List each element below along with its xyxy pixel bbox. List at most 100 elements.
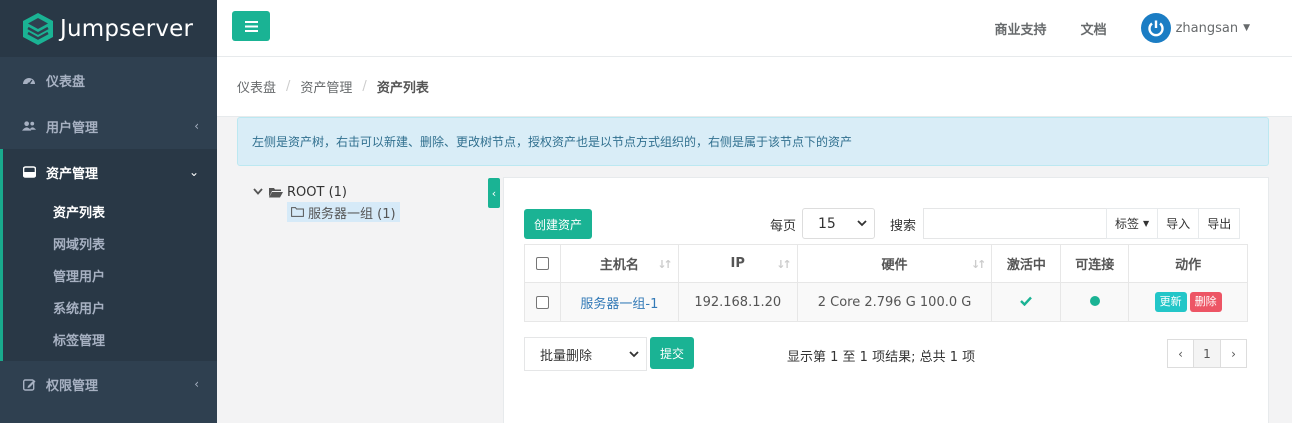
breadcrumb-separator: / (286, 79, 291, 94)
tree-node-label: 服务器一组 (1) (308, 206, 396, 222)
header-connectable: 可连接 (1060, 244, 1130, 283)
tree-node-child[interactable]: 服务器一组 (1) (287, 202, 400, 222)
create-asset-button[interactable]: 创建资产 (524, 209, 593, 239)
sidebar-item-assets[interactable]: 资产管理 ⌄ (3, 149, 217, 195)
sidebar-item-label: 用户管理 (46, 120, 99, 136)
support-link[interactable]: 商业支持 (995, 19, 1047, 38)
chevron-down-icon (629, 351, 639, 358)
sidebar-subnav: 资产列表 网域列表 管理用户 系统用户 标签管理 (3, 195, 217, 361)
perpage-label: 每页 (770, 219, 797, 234)
header-actions: 动作 (1128, 244, 1248, 283)
header-label: IP (730, 256, 745, 271)
perpage-select[interactable]: 15 (802, 208, 875, 239)
avatar (1140, 13, 1171, 43)
tree-node-root[interactable]: ROOT (1) (253, 182, 400, 202)
brand-name: Jumpserver (60, 15, 194, 42)
inbox-icon (22, 165, 36, 179)
tree-expand-icon[interactable] (253, 187, 269, 198)
next-page-button[interactable]: › (1220, 339, 1247, 368)
asset-table: 主机名 ↓↑ IP ↓↑ 硬件 ↓↑ 激活中 可连接 动作 服务器一组-1 192.1… (524, 244, 1248, 322)
search-input[interactable] (923, 208, 1107, 239)
menu-toggle-button[interactable] (232, 11, 270, 41)
asset-tree: ROOT (1) 服务器一组 (1) (253, 182, 400, 222)
sidebar-item-dashboard[interactable]: 仪表盘 (0, 57, 217, 103)
breadcrumb-item-dashboard[interactable]: 仪表盘 (237, 77, 276, 96)
active-cell (991, 282, 1062, 322)
sidebar: Jumpserver 仪表盘 用户管理 ‹ 资产管理 ⌄ 资产列表 网域列表 管… (0, 0, 217, 423)
power-icon (1147, 20, 1164, 37)
tag-label: 标签 (1115, 217, 1140, 231)
sidebar-subitem-domain-list[interactable]: 网域列表 (3, 227, 217, 259)
edit-icon (22, 377, 36, 391)
export-button[interactable]: 导出 (1198, 208, 1241, 239)
chevron-left-icon: ‹ (194, 119, 199, 133)
hostname-cell: 服务器一组-1 (559, 282, 679, 322)
update-button[interactable]: 更新 (1154, 292, 1187, 312)
sidebar-subitem-labels[interactable]: 标签管理 (3, 323, 217, 355)
perpage-value: 15 (818, 215, 836, 232)
page-button-current[interactable]: 1 (1193, 339, 1221, 368)
chevron-down-icon: ⌄ (188, 165, 199, 179)
topbar: 商业支持 文档 zhangsan ▼ (217, 0, 1292, 57)
header-hardware[interactable]: 硬件 ↓↑ (796, 244, 993, 283)
sidebar-item-users[interactable]: 用户管理 ‹ (0, 103, 217, 149)
caret-down-icon: ▼ (1243, 23, 1250, 33)
sidebar-subitem-asset-list[interactable]: 资产列表 (3, 195, 217, 227)
breadcrumb-item-current: 资产列表 (376, 81, 429, 96)
row-checkbox[interactable] (535, 295, 549, 309)
header-ip[interactable]: IP ↓↑ (677, 244, 798, 283)
docs-link[interactable]: 文档 (1081, 19, 1107, 38)
sidebar-item-label: 权限管理 (46, 378, 99, 394)
header-label: 主机名 (599, 258, 639, 273)
tree-collapse-button[interactable]: ‹ (488, 178, 500, 208)
tree-node-label: ROOT (1) (287, 184, 347, 200)
sort-icon: ↓↑ (970, 258, 987, 271)
sidebar-subitem-system-users[interactable]: 系统用户 (3, 291, 217, 323)
sidebar-item-label: 仪表盘 (46, 74, 86, 90)
bulk-action-select[interactable]: 批量删除 (524, 337, 647, 371)
delete-button[interactable]: 删除 (1189, 292, 1222, 312)
import-button[interactable]: 导入 (1157, 208, 1200, 239)
chevron-left-icon: ‹ (194, 377, 199, 391)
pagination-summary: 显示第 1 至 1 项结果; 总共 1 项 (787, 350, 976, 365)
ip-cell: 192.168.1.20 (677, 282, 798, 322)
username: zhangsan (1175, 20, 1239, 36)
sidebar-group-assets: 资产管理 ⌄ 资产列表 网域列表 管理用户 系统用户 标签管理 (0, 149, 217, 361)
breadcrumb-item-assets[interactable]: 资产管理 (300, 77, 352, 96)
bulk-action-value: 批量删除 (540, 348, 593, 364)
chevron-down-icon (857, 220, 867, 227)
user-menu[interactable]: zhangsan ▼ (1140, 13, 1250, 43)
hardware-cell: 2 Core 2.796 G 100.0 G (796, 282, 993, 322)
hostname-link[interactable]: 服务器一组-1 (580, 297, 658, 312)
folder-icon (291, 207, 304, 217)
sort-icon: ↓↑ (657, 258, 673, 271)
status-dot-icon (1089, 295, 1100, 306)
toolbar-button-group: 标签 ▼ 导入 导出 (1106, 208, 1241, 239)
row-select-cell (524, 282, 561, 322)
prev-page-button[interactable]: ‹ (1167, 339, 1194, 368)
info-alert: 左侧是资产树，右击可以新建、删除、更改树节点，授权资产也是以节点方式组织的，右侧… (237, 117, 1269, 166)
actions-cell: 更新 删除 (1128, 282, 1248, 322)
sidebar-item-label: 资产管理 (46, 166, 99, 182)
top-links: 商业支持 文档 zhangsan ▼ (995, 0, 1292, 56)
connectable-cell (1060, 282, 1130, 322)
hamburger-icon (244, 20, 258, 32)
header-active: 激活中 (991, 244, 1062, 283)
table-row: 服务器一组-1 192.168.1.20 2 Core 2.796 G 100.… (524, 282, 1248, 322)
brand[interactable]: Jumpserver (0, 0, 217, 57)
caret-down-icon: ▼ (1143, 219, 1150, 228)
submit-button[interactable]: 提交 (650, 337, 695, 369)
select-all-checkbox[interactable] (535, 257, 549, 270)
dashboard-icon (22, 73, 36, 87)
users-icon (22, 119, 36, 133)
breadcrumb: 仪表盘 / 资产管理 / 资产列表 (217, 57, 1292, 117)
header-hostname[interactable]: 主机名 ↓↑ (559, 244, 679, 283)
sidebar-item-permissions[interactable]: 权限管理 ‹ (0, 361, 217, 407)
check-icon (1020, 296, 1033, 306)
search-label: 搜索 (890, 219, 917, 234)
select-all-cell (524, 244, 561, 283)
breadcrumb-separator: / (362, 79, 367, 94)
sidebar-subitem-admin-users[interactable]: 管理用户 (3, 259, 217, 291)
pagination: ‹ 1 › (1167, 339, 1247, 368)
tag-dropdown-button[interactable]: 标签 ▼ (1106, 208, 1159, 239)
